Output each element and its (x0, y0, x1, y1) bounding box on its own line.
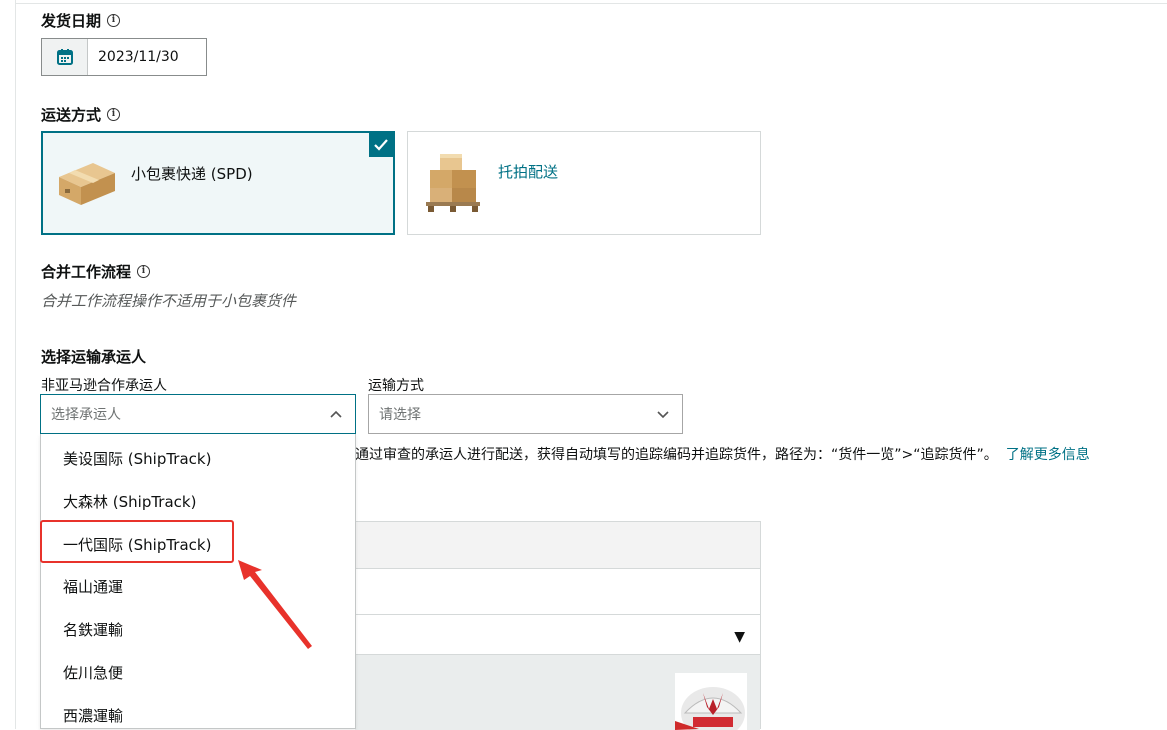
pallet-boxes-icon (426, 154, 480, 212)
merge-workflow-heading: 合并工作流程 i (41, 261, 151, 282)
carrier-option[interactable]: 西濃運輸 (63, 705, 123, 726)
checkmark-icon (374, 139, 388, 151)
ship-date-label: 发货日期 (41, 12, 102, 30)
carrier-option[interactable]: 美设国际 (ShipTrack) (63, 448, 211, 469)
info-icon[interactable]: i (137, 265, 151, 278)
ship-date-heading: 发货日期 i (41, 10, 121, 31)
carrier-option[interactable]: 佐川急便 (63, 662, 123, 683)
carrier-dropdown-list[interactable]: 美设国际 (ShipTrack) 大森林 (ShipTrack) 一代国际 (S… (40, 434, 356, 729)
annotation-highlight-box (40, 520, 234, 563)
pallet-option-label: 托拍配送 (498, 163, 559, 181)
table-row[interactable] (355, 615, 760, 655)
top-divider (15, 3, 1167, 4)
carrier-info-text: 通过审查的承运人进行配送，获得自动填写的追踪编码并追踪货件，路径为：“货件一览”… (355, 444, 1090, 464)
carrier-info-sentence: 通过审查的承运人进行配送，获得自动填写的追踪编码并追踪货件，路径为：“货件一览”… (355, 447, 998, 463)
shipping-option-spd[interactable]: 小包裹快递 (SPD) (41, 131, 395, 235)
shipping-method-label: 运送方式 (41, 106, 102, 124)
info-icon[interactable]: i (107, 14, 121, 27)
shipment-table: ▼ (355, 521, 761, 730)
calendar-icon (56, 49, 73, 65)
product-thumbnail (675, 673, 747, 730)
info-icon[interactable]: i (107, 108, 121, 121)
shipping-method-heading: 运送方式 i (41, 104, 121, 125)
merge-workflow-label: 合并工作流程 (41, 263, 132, 281)
caret-down-icon[interactable]: ▼ (734, 629, 745, 645)
method-select-placeholder: 请选择 (379, 407, 421, 423)
table-row (355, 569, 760, 615)
learn-more-link[interactable]: 了解更多信息 (1006, 447, 1090, 463)
merge-workflow-note: 合并工作流程操作不适用于小包裹货件 (41, 292, 297, 310)
transport-method-select[interactable]: 请选择 (368, 394, 683, 434)
carrier-select-placeholder: 选择承运人 (51, 407, 121, 423)
carrier-option[interactable]: 福山通運 (63, 576, 123, 597)
carrier-field-label: 非亚马逊合作承运人 (41, 378, 167, 394)
ship-date-field[interactable]: 2023/11/30 (41, 38, 207, 76)
spd-option-label: 小包裹快递 (SPD) (131, 165, 253, 183)
carrier-option[interactable]: 大森林 (ShipTrack) (63, 491, 196, 512)
carrier-section-title-text: 选择运输承运人 (41, 348, 147, 366)
ship-date-value[interactable]: 2023/11/30 (88, 39, 206, 75)
calendar-button[interactable] (42, 39, 88, 75)
carrier-section-title: 选择运输承运人 (41, 346, 146, 367)
chevron-down-icon (657, 411, 669, 419)
left-divider (15, 0, 16, 729)
table-header (355, 522, 760, 569)
cap-product-image (675, 687, 745, 730)
method-field-label: 运输方式 (368, 378, 424, 394)
shipping-option-pallet[interactable]: 托拍配送 (407, 131, 761, 235)
carrier-option[interactable]: 名鉄運輸 (63, 619, 123, 640)
small-parcel-box-icon (59, 163, 115, 205)
carrier-select[interactable]: 选择承运人 (40, 394, 356, 434)
chevron-up-icon (330, 410, 342, 418)
selected-check-badge (369, 133, 393, 157)
